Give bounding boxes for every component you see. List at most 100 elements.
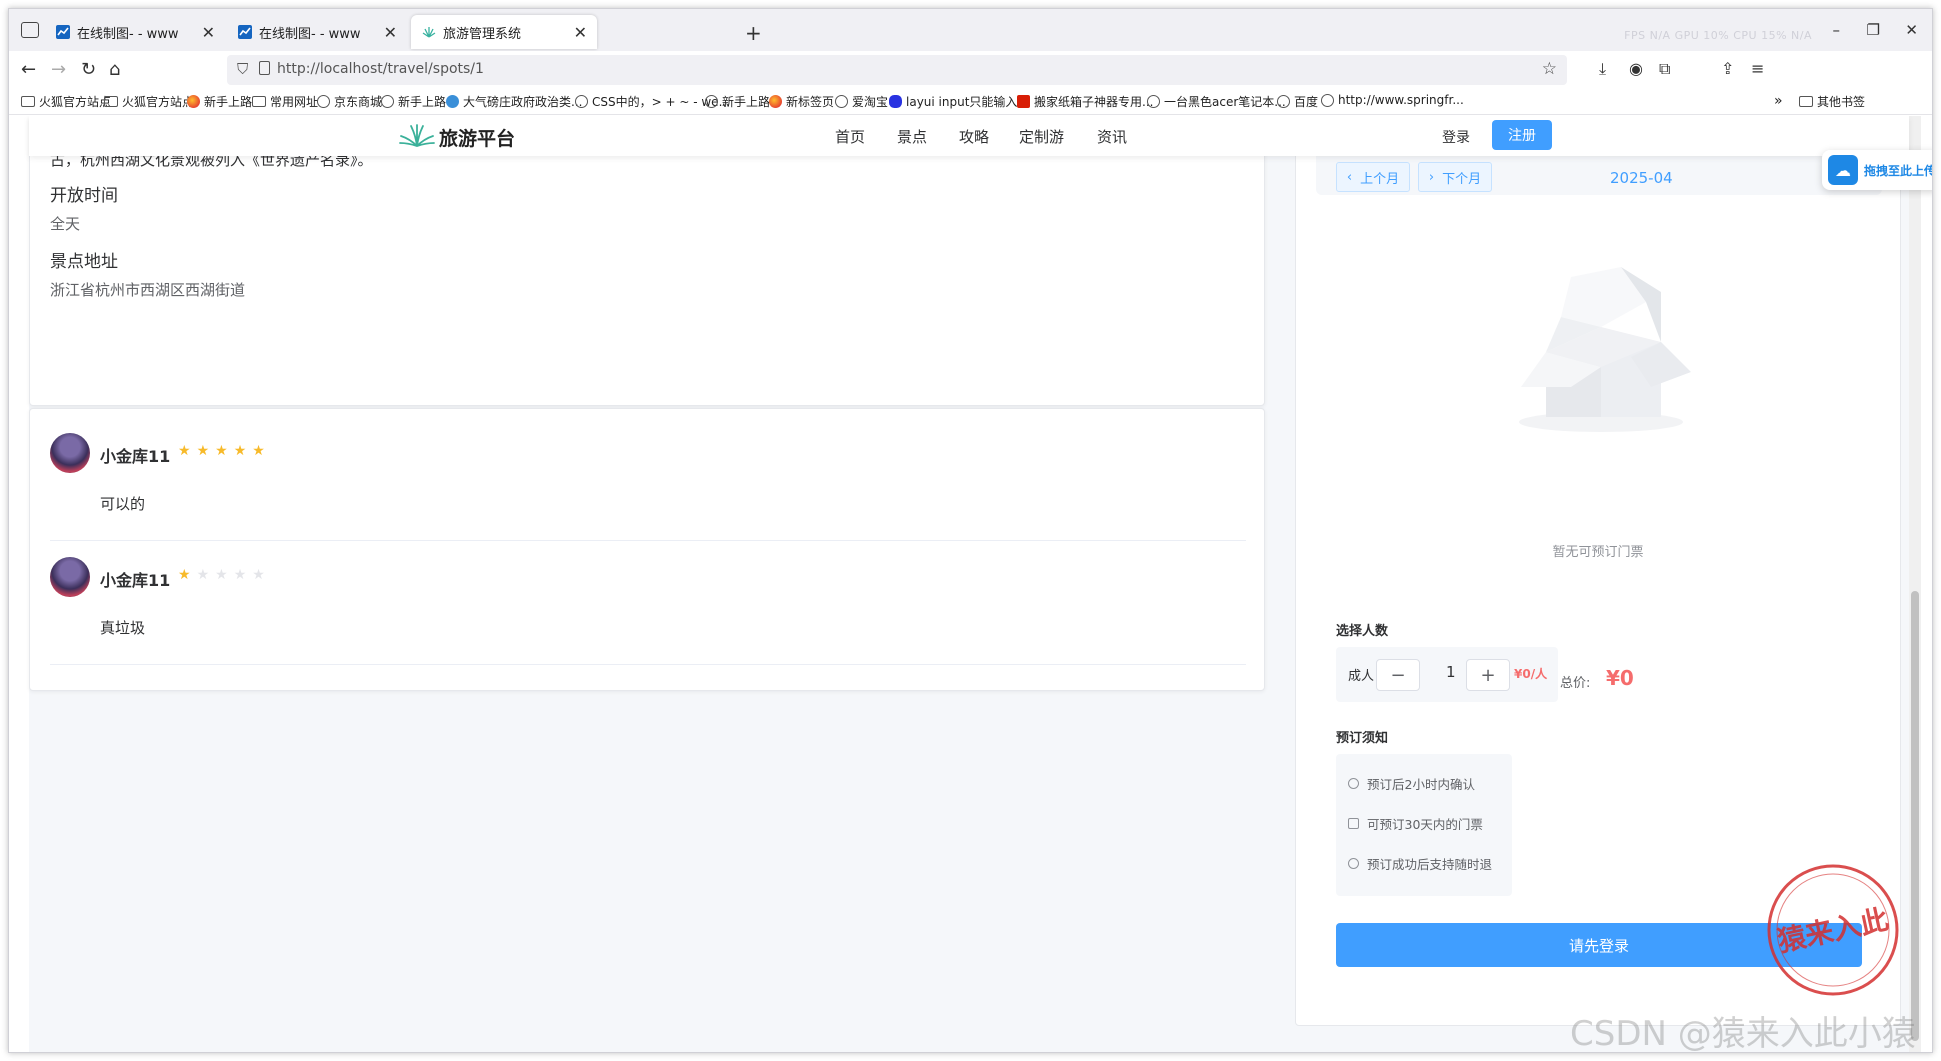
forward-icon[interactable]: → [51, 59, 66, 80]
people-label: 选择人数 [1336, 624, 1389, 639]
info-icon [1348, 858, 1359, 869]
rating-stars: ★★★★★ [178, 443, 271, 459]
other-bookmarks[interactable]: 其他书签 [1799, 93, 1865, 110]
notice-item: 预订后2小时内确认 [1348, 774, 1475, 793]
cloud-upload-icon: ☁ [1828, 155, 1858, 185]
increase-button[interactable]: + [1466, 659, 1510, 691]
menu-icon[interactable]: ≡ [1751, 59, 1764, 78]
folder-icon [104, 96, 118, 107]
firefox-icon [187, 95, 200, 108]
url-bar[interactable]: ⛉ http://localhost/travel/spots/1 ☆ [227, 55, 1567, 85]
star-icon: ★ [215, 567, 234, 583]
agave-logo-icon[interactable] [399, 124, 435, 148]
nav-guides[interactable]: 攻略 [959, 126, 989, 147]
tab-overview-icon[interactable] [21, 22, 39, 38]
folder-icon [21, 96, 35, 107]
travel-logo-icon [421, 24, 437, 40]
bookmark-item[interactable]: 百度 [1277, 93, 1318, 110]
drag-upload-widget[interactable]: ☁ 拖拽至此上传 [1822, 150, 1932, 190]
empty-text: 暂无可预订门票 [1552, 545, 1644, 560]
navigation-bar: ← → ↻ ⌂ ⛉ http://localhost/travel/spots/… [9, 51, 1932, 87]
next-month-button[interactable]: › 下个月 [1418, 162, 1492, 192]
bookmark-item[interactable]: 火狐官方站点 [21, 93, 111, 110]
chevron-left-icon: ‹ [1346, 169, 1353, 185]
tab-title: 在线制图- - www [77, 26, 179, 42]
decrease-button[interactable]: − [1376, 659, 1420, 691]
bookmark-item[interactable]: 新标签页 [769, 93, 834, 110]
back-icon[interactable]: ← [21, 59, 36, 80]
svg-text:猿来入此: 猿来入此 [1774, 903, 1891, 959]
review-list: 小金库11 ★★★★★ 可以的 小金库11 ★★★★★ 真垃圾 [29, 408, 1265, 691]
browser-tab[interactable]: 在线制图- - www ✕ [45, 15, 225, 49]
scrollbar-thumb[interactable] [1911, 591, 1919, 1041]
watermark-seal-logo: 猿来入此 [1767, 864, 1899, 996]
nav-home[interactable]: 首页 [835, 126, 865, 147]
nav-spots[interactable]: 景点 [897, 126, 927, 147]
star-icon: ★ [178, 567, 197, 583]
star-bookmark-icon[interactable]: ☆ [1542, 59, 1557, 79]
tab-close-icon[interactable]: ✕ [384, 23, 397, 42]
review-user: 小金库11 [100, 447, 171, 466]
globe-icon [705, 95, 718, 108]
empty-box-illustration [1519, 267, 1691, 432]
avatar [50, 433, 90, 473]
new-tab-icon[interactable]: + [745, 21, 762, 45]
minimize-icon[interactable]: – [1833, 21, 1841, 39]
nav-custom-tour[interactable]: 定制游 [1019, 126, 1064, 147]
spot-detail-card: 古，杭州西湖文化景观被列入《世界遗产名录》。 开放时间 全天 景点地址 浙江省杭… [29, 116, 1265, 406]
review-item: 小金库11 ★★★★★ 真垃圾 [50, 541, 1246, 665]
account-icon[interactable]: ◉ [1629, 59, 1643, 78]
site-brand[interactable]: 旅游平台 [439, 124, 515, 151]
review-text: 可以的 [100, 495, 146, 513]
chevron-right-icon: › [1428, 169, 1435, 185]
bookmark-item[interactable]: 新手上路 [705, 93, 770, 110]
notice-list: 预订后2小时内确认 可预订30天内的门票 预订成功后支持随时退 [1336, 754, 1512, 896]
globe-icon [835, 95, 848, 108]
bookmark-item[interactable]: 火狐官方站点 [104, 93, 194, 110]
quantity-value[interactable]: 1 [1446, 663, 1456, 681]
calendar-icon [1348, 818, 1359, 829]
bookmark-item[interactable]: 一台黑色acer笔记本... [1147, 93, 1286, 110]
browser-tab[interactable]: 在线制图- - www ✕ [227, 15, 407, 49]
star-icon: ★ [196, 567, 216, 583]
current-month: 2025-04 [1610, 169, 1673, 187]
star-icon: ★ [252, 567, 271, 583]
prev-month-button[interactable]: ‹ 上个月 [1336, 162, 1410, 192]
tab-close-icon[interactable]: ✕ [574, 23, 587, 42]
bookmark-item[interactable]: 京东商城 [317, 93, 382, 110]
url-text[interactable]: http://localhost/travel/spots/1 [277, 61, 484, 77]
bookmark-item[interactable]: 搬家纸箱子神器专用... [1017, 93, 1153, 110]
bookmarks-overflow-icon[interactable]: » [1774, 93, 1783, 109]
home-icon[interactable]: ⌂ [109, 59, 120, 80]
globe-icon [1277, 95, 1290, 108]
page-scrollbar[interactable] [1909, 116, 1921, 1052]
bookmark-item[interactable]: 新手上路 [187, 93, 252, 110]
folder-icon [1799, 96, 1813, 107]
shield-icon[interactable]: ⛉ [237, 60, 248, 78]
reload-icon[interactable]: ↻ [81, 59, 96, 80]
bookmark-item[interactable]: 大气磅庄政府政治类... [446, 93, 582, 110]
watermark-text: CSDN @猿来入此小猿 [1570, 1014, 1916, 1054]
browser-window: 在线制图- - www ✕ 在线制图- - www ✕ 旅游管理系统 ✕ + F… [8, 8, 1933, 1053]
window-close-icon[interactable]: ✕ [1905, 21, 1918, 39]
bookmark-item[interactable]: layui input只能输入... [889, 93, 1029, 110]
browser-tab-active[interactable]: 旅游管理系统 ✕ [411, 15, 597, 49]
globe-icon [381, 95, 394, 108]
bookmark-item[interactable]: 爱淘宝 [835, 93, 888, 110]
sina-icon [446, 95, 459, 108]
star-icon: ★ [233, 443, 253, 459]
share-icon[interactable]: ⇪ [1721, 59, 1734, 78]
bookmark-item[interactable]: 新手上路 [381, 93, 446, 110]
tab-close-icon[interactable]: ✕ [202, 23, 215, 42]
register-button[interactable]: 注册 [1492, 120, 1552, 150]
bookmark-item[interactable]: http://www.springfr... [1321, 93, 1464, 107]
login-link[interactable]: 登录 [1442, 127, 1470, 147]
nav-news[interactable]: 资讯 [1097, 126, 1127, 147]
unit-price: ¥0/人 [1514, 667, 1548, 681]
tab-title: 在线制图- - www [259, 26, 361, 42]
download-icon[interactable]: ⤓ [1599, 59, 1606, 79]
extension-icon[interactable]: ⧉ [1659, 59, 1670, 79]
bookmark-item[interactable]: 常用网址 [252, 93, 318, 110]
star-icon: ★ [215, 443, 234, 459]
restore-icon[interactable]: ❐ [1867, 21, 1880, 39]
